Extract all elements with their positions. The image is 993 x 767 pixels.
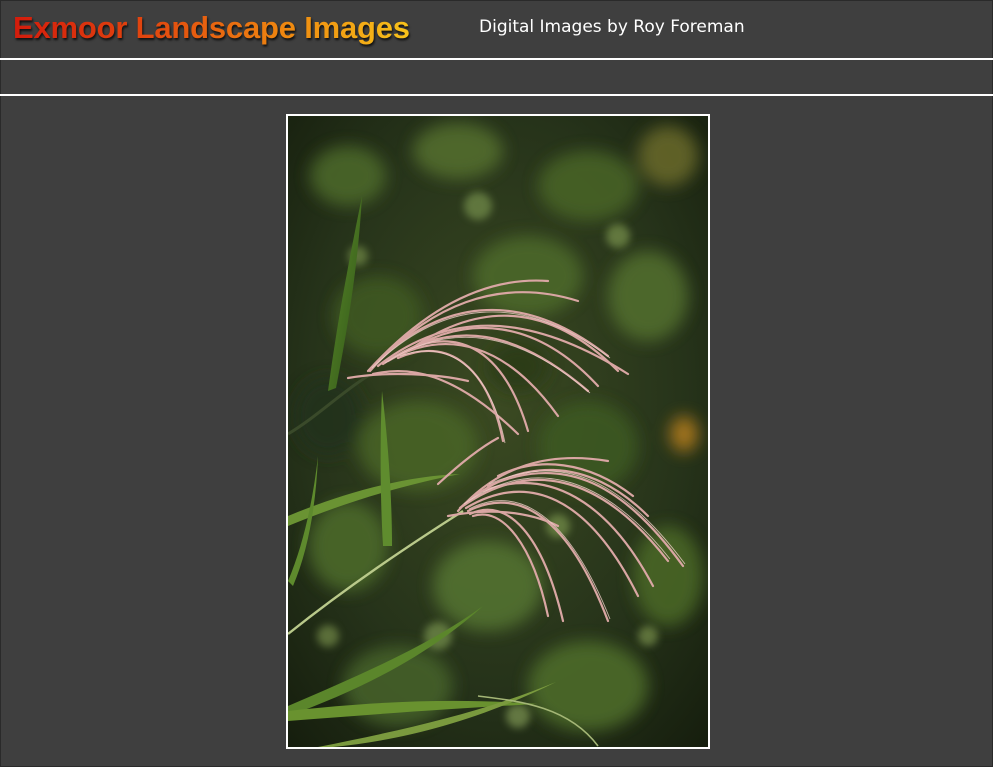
grass-seedhead-photo — [288, 116, 708, 747]
header-divider-bottom — [0, 94, 993, 96]
site-header: Exmoor Landscape Images Digital Images b… — [0, 0, 993, 58]
featured-photo[interactable] — [286, 114, 710, 749]
site-title[interactable]: Exmoor Landscape Images — [13, 8, 410, 48]
nav-bar — [0, 60, 993, 94]
site-subtitle: Digital Images by Roy Foreman — [479, 17, 745, 37]
